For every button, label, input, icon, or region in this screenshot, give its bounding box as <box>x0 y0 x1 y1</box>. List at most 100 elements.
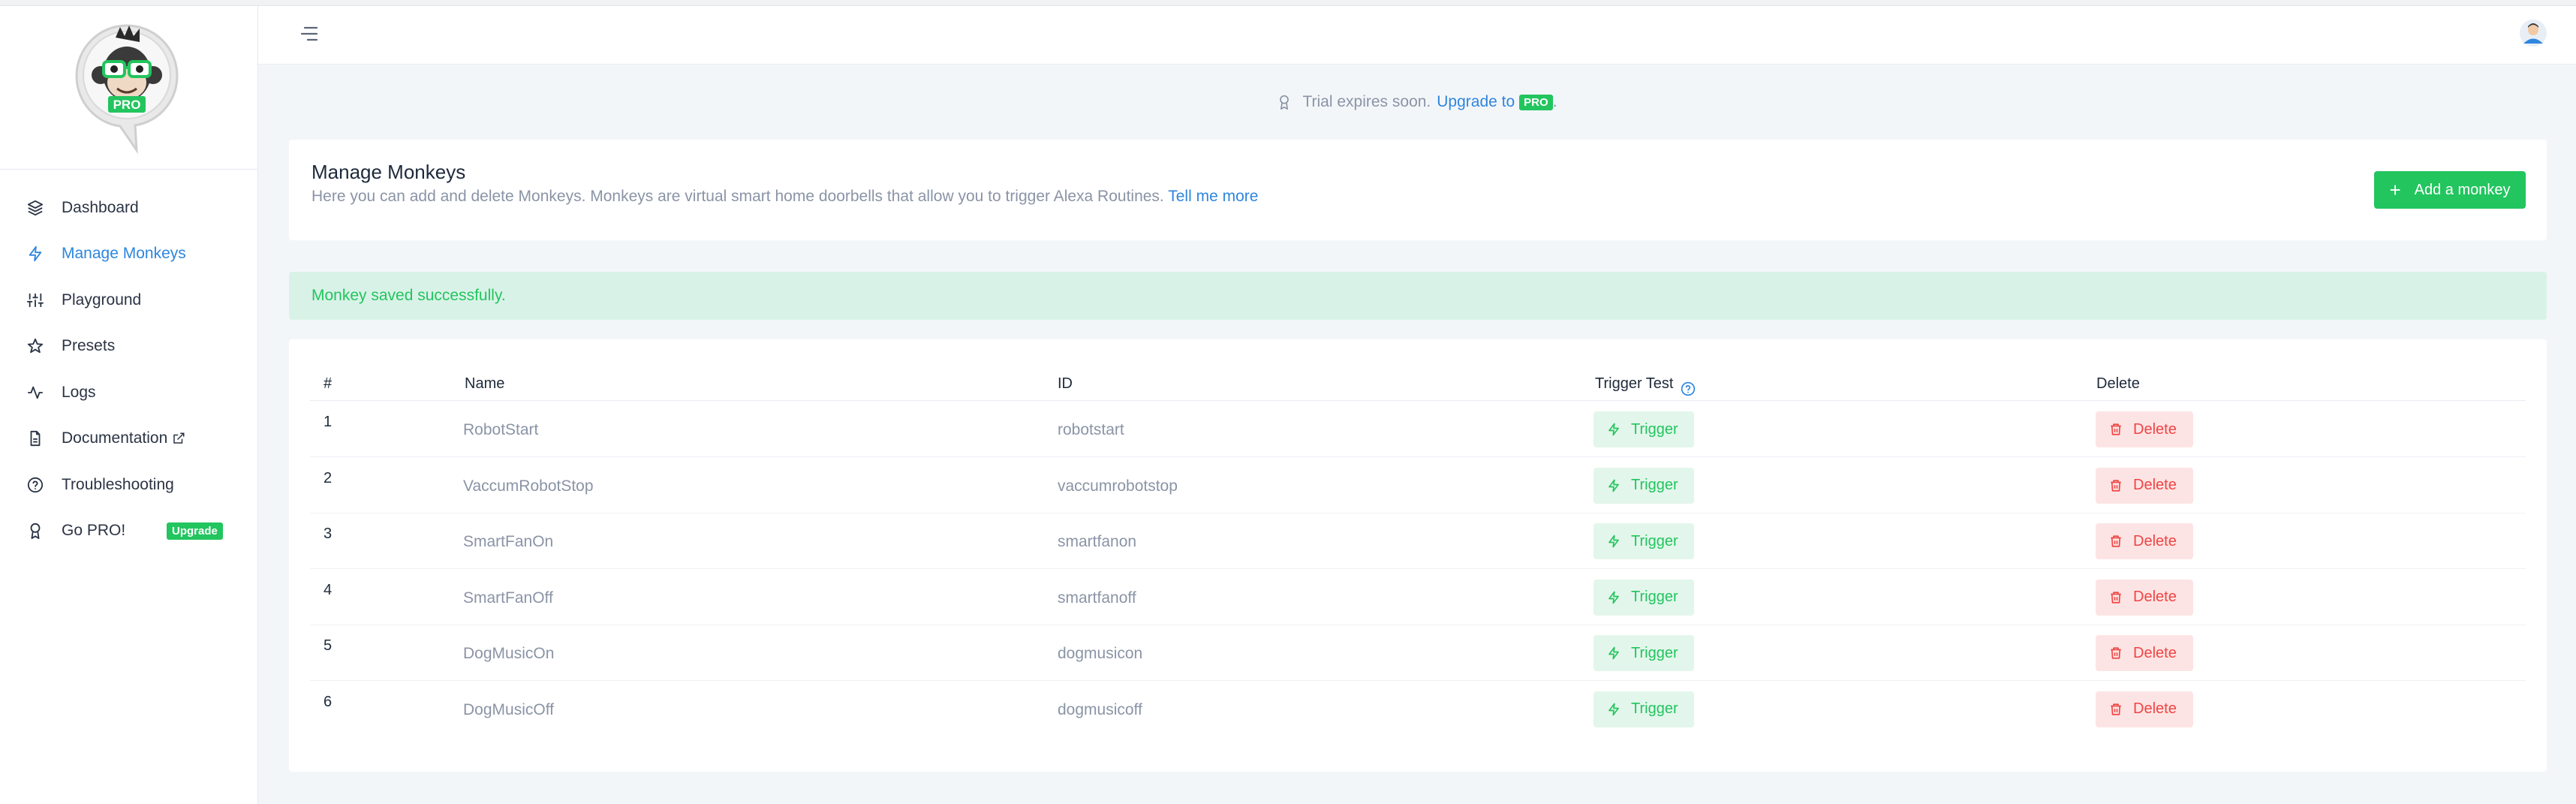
sidebar-item-presets[interactable]: Presets <box>0 324 258 370</box>
menu-toggle-icon[interactable] <box>300 26 320 46</box>
monkey-id: dogmusicon <box>1058 645 1143 662</box>
trigger-button[interactable]: Trigger <box>1593 691 1694 727</box>
help-icon[interactable] <box>1681 381 1696 396</box>
monkey-id: robotstart <box>1058 421 1124 438</box>
monkey-id: dogmusicoff <box>1058 700 1142 718</box>
delete-button[interactable]: Delete <box>2096 635 2193 671</box>
upgrade-link[interactable]: Upgrade to <box>1437 93 1515 111</box>
trash-icon <box>2109 423 2123 436</box>
monkey-logo[interactable]: PRO <box>71 21 183 155</box>
col-num-header: # <box>324 375 333 392</box>
col-trigger-header: Trigger Test <box>1595 375 1696 396</box>
table-row: 4 SmartFanOff smartfanoff Trigger Delete <box>310 570 2526 625</box>
table-row: 3 SmartFanOn smartfanon Trigger Delete <box>310 513 2526 569</box>
trigger-label: Trigger <box>1631 589 1678 605</box>
delete-button[interactable]: Delete <box>2096 467 2193 504</box>
plus-icon: + <box>2389 179 2401 201</box>
delete-label: Delete <box>2133 700 2177 717</box>
trigger-label: Trigger <box>1631 477 1678 493</box>
sidebar-item-logs[interactable]: Logs <box>0 369 258 416</box>
sidebar-item-label: Dashboard <box>62 198 139 216</box>
trigger-button[interactable]: Trigger <box>1593 579 1694 616</box>
sidebar: PRO Dashboard Manage Monkeys Playground <box>0 6 258 804</box>
monkey-id: smartfanon <box>1058 533 1137 550</box>
sidebar-item-troubleshooting[interactable]: Troubleshooting <box>0 462 258 508</box>
monkey-name: VaccumRobotStop <box>463 477 594 495</box>
bolt-icon <box>1607 591 1621 604</box>
monkey-id: smartfanoff <box>1058 589 1136 607</box>
trash-icon <box>2109 479 2123 492</box>
col-id-header: ID <box>1058 375 1073 392</box>
sidebar-item-dashboard[interactable]: Dashboard <box>0 185 258 231</box>
monkeys-table: # Name ID Trigger Test Delete 1 RobotStar… <box>289 339 2547 772</box>
award-icon <box>27 522 44 540</box>
manage-monkeys-card: Manage Monkeys Here you can add and dele… <box>289 140 2547 240</box>
tell-me-more-link[interactable]: Tell me more <box>1168 188 1258 205</box>
delete-button[interactable]: Delete <box>2096 691 2193 727</box>
delete-button[interactable]: Delete <box>2096 579 2193 616</box>
col-delete-header: Delete <box>2096 375 2140 392</box>
table-row: 5 DogMusicOn dogmusicon Trigger Delete <box>310 625 2526 681</box>
sidebar-item-playground[interactable]: Playground <box>0 277 258 324</box>
add-monkey-button[interactable]: + Add a monkey <box>2374 171 2526 209</box>
bolt-icon <box>1607 534 1621 548</box>
sidebar-nav: Dashboard Manage Monkeys Playground Pres… <box>0 185 258 554</box>
logo-area: PRO <box>0 6 258 170</box>
monkey-name: DogMusicOn <box>463 645 555 662</box>
trial-suffix: . <box>1552 93 1557 110</box>
bolt-icon <box>1607 479 1621 492</box>
page-description: Here you can add and delete Monkeys. Mon… <box>311 188 1258 206</box>
monkey-name: SmartFanOff <box>463 589 553 607</box>
monkey-id: vaccumrobotstop <box>1058 477 1178 495</box>
col-name-header: Name <box>465 375 505 392</box>
monkey-name: RobotStart <box>463 421 539 438</box>
trigger-label: Trigger <box>1631 420 1678 438</box>
row-number: 5 <box>324 637 333 654</box>
delete-label: Delete <box>2133 644 2177 661</box>
trigger-label: Trigger <box>1631 700 1678 717</box>
monkey-name: DogMusicOff <box>463 700 554 718</box>
success-alert: Monkey saved successfully. <box>289 272 2547 320</box>
trigger-label: Trigger <box>1631 532 1678 550</box>
row-number: 1 <box>324 414 333 430</box>
bolt-icon <box>27 245 44 262</box>
alert-message: Monkey saved successfully. <box>311 287 506 304</box>
row-number: 6 <box>324 693 333 710</box>
activity-icon <box>27 384 44 401</box>
sidebar-item-label: Documentation <box>62 429 168 447</box>
delete-label: Delete <box>2133 532 2177 550</box>
bolt-icon <box>1607 423 1621 436</box>
row-number: 3 <box>324 525 333 542</box>
document-icon <box>27 430 44 447</box>
trigger-button[interactable]: Trigger <box>1593 411 1694 447</box>
delete-label: Delete <box>2133 420 2177 438</box>
upgrade-badge[interactable]: Upgrade <box>167 522 223 540</box>
sidebar-item-label: Troubleshooting <box>62 475 174 493</box>
sidebar-item-documentation[interactable]: Documentation <box>0 416 258 462</box>
table-row: 1 RobotStart robotstart Trigger Delete <box>310 402 2526 457</box>
pro-badge[interactable]: PRO <box>1519 94 1553 110</box>
sidebar-item-label: Manage Monkeys <box>62 245 186 263</box>
star-icon <box>27 338 44 354</box>
delete-button[interactable]: Delete <box>2096 411 2193 447</box>
table-row: 6 DogMusicOff dogmusicoff Trigger Delete <box>310 682 2526 737</box>
trash-icon <box>2109 591 2123 604</box>
sidebar-item-go-pro[interactable]: Go PRO! Upgrade <box>0 508 258 555</box>
trigger-button[interactable]: Trigger <box>1593 523 1694 559</box>
sidebar-item-label: Presets <box>62 337 116 355</box>
trigger-button[interactable]: Trigger <box>1593 635 1694 671</box>
row-number: 2 <box>324 469 333 486</box>
page-title: Manage Monkeys <box>311 161 466 183</box>
monkey-name: SmartFanOn <box>463 533 554 550</box>
sidebar-item-label: Logs <box>62 383 96 401</box>
sidebar-item-manage-monkeys[interactable]: Manage Monkeys <box>0 231 258 278</box>
delete-button[interactable]: Delete <box>2096 523 2193 559</box>
bolt-icon <box>1607 646 1621 660</box>
trash-icon <box>2109 703 2123 716</box>
user-avatar-icon[interactable] <box>2519 19 2547 47</box>
external-link-icon <box>172 432 185 445</box>
trash-icon <box>2109 534 2123 548</box>
trigger-button[interactable]: Trigger <box>1593 467 1694 504</box>
trigger-label: Trigger <box>1631 644 1678 661</box>
table-header: # Name ID Trigger Test Delete <box>310 369 2526 401</box>
